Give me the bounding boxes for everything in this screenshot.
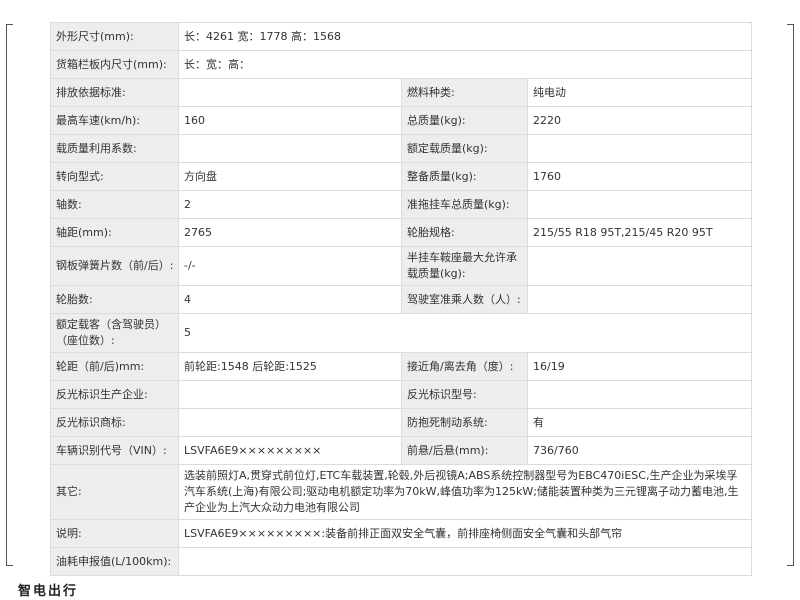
field-label: 反光标识型号: xyxy=(401,380,528,409)
field-label: 载质量利用系数: xyxy=(50,134,179,163)
field-value: 方向盘 xyxy=(178,162,402,191)
field-label: 防抱死制动系统: xyxy=(401,408,528,437)
spec-row: 车辆识别代号（VIN）: LSVFA6E9××××××××× 前悬/后悬(mm): 7… xyxy=(50,436,753,465)
field-label: 额定载质量(kg): xyxy=(401,134,528,163)
field-label: 货箱栏板内尺寸(mm): xyxy=(50,50,179,79)
field-value xyxy=(526,134,753,163)
field-value xyxy=(177,547,753,576)
spec-row: 最高车速(km/h): 160 总质量(kg): 2220 xyxy=(50,106,753,135)
field-value: 长：4261 宽：1778 高：1568 xyxy=(177,22,753,51)
spec-row: 反光标识商标: 防抱死制动系统: 有 xyxy=(50,408,753,437)
field-label: 排放依据标准: xyxy=(50,78,179,107)
spec-row: 反光标识生产企业: 反光标识型号: xyxy=(50,380,753,409)
field-label: 轴数: xyxy=(50,190,179,219)
spec-row: 油耗申报值(L/100km): xyxy=(50,547,753,576)
field-label: 轮胎规格: xyxy=(401,218,528,247)
field-label: 说明: xyxy=(50,519,179,548)
field-label: 半挂车鞍座最大允许承载质量(kg): xyxy=(401,246,528,286)
field-value: 2765 xyxy=(178,218,402,247)
field-label: 钢板弹簧片数（前/后）: xyxy=(50,246,179,286)
field-value: 2220 xyxy=(526,106,753,135)
field-label: 额定载客（含驾驶员）（座位数）: xyxy=(50,313,179,353)
field-value: 有 xyxy=(526,408,753,437)
field-value: 5 xyxy=(177,313,753,353)
field-label: 转向型式: xyxy=(50,162,179,191)
field-label: 总质量(kg): xyxy=(401,106,528,135)
field-label: 轮胎数: xyxy=(50,285,179,314)
field-value: 2 xyxy=(178,190,402,219)
spec-row: 其它: 选装前照灯A,贯穿式前位灯,ETC车载装置,轮毂,外后视镜A;ABS系统控… xyxy=(50,464,753,520)
field-value xyxy=(526,285,753,314)
field-value: 长：宽：高： xyxy=(177,50,753,79)
spec-row: 货箱栏板内尺寸(mm): 长：宽：高： xyxy=(50,50,753,79)
field-value xyxy=(178,380,402,409)
spec-row: 转向型式: 方向盘 整备质量(kg): 1760 xyxy=(50,162,753,191)
spec-row: 钢板弹簧片数（前/后）: -/- 半挂车鞍座最大允许承载质量(kg): xyxy=(50,246,753,286)
spec-row: 轮胎数: 4 驾驶室准乘人数（人）: xyxy=(50,285,753,314)
field-value: -/- xyxy=(178,246,402,286)
spec-row: 排放依据标准: 燃料种类: 纯电动 xyxy=(50,78,753,107)
field-value xyxy=(178,408,402,437)
spec-table: 外形尺寸(mm): 长：4261 宽：1778 高：1568 货箱栏板内尺寸(mm)… xyxy=(50,22,753,576)
field-label: 准拖挂车总质量(kg): xyxy=(401,190,528,219)
field-label: 驾驶室准乘人数（人）: xyxy=(401,285,528,314)
field-value: 16/19 xyxy=(526,352,753,381)
field-label: 整备质量(kg): xyxy=(401,162,528,191)
spec-row: 轮距（前/后)mm: 前轮距:1548 后轮距:1525 接近角/离去角（度）: 16… xyxy=(50,352,753,381)
field-label: 前悬/后悬(mm): xyxy=(401,436,528,465)
field-value xyxy=(178,78,402,107)
field-label: 反光标识生产企业: xyxy=(50,380,179,409)
field-value xyxy=(526,380,753,409)
left-bracket xyxy=(6,24,13,566)
spec-row: 额定载客（含驾驶员）（座位数）: 5 xyxy=(50,313,753,353)
spec-row: 说明: LSVFA6E9×××××××××:装备前排正面双安全气囊，前排座椅侧面安… xyxy=(50,519,753,548)
field-label: 其它: xyxy=(50,464,179,520)
field-label: 反光标识商标: xyxy=(50,408,179,437)
field-value: 选装前照灯A,贯穿式前位灯,ETC车载装置,轮毂,外后视镜A;ABS系统控制器型… xyxy=(177,464,753,520)
field-value xyxy=(178,134,402,163)
field-label: 油耗申报值(L/100km): xyxy=(50,547,179,576)
field-value: 215/55 R18 95T,215/45 R20 95T xyxy=(526,218,753,247)
field-label: 最高车速(km/h): xyxy=(50,106,179,135)
spec-row: 载质量利用系数: 额定载质量(kg): xyxy=(50,134,753,163)
field-label: 接近角/离去角（度）: xyxy=(401,352,528,381)
field-value: 纯电动 xyxy=(526,78,753,107)
field-value: 736/760 xyxy=(526,436,753,465)
field-value: 前轮距:1548 后轮距:1525 xyxy=(178,352,402,381)
field-value xyxy=(526,190,753,219)
field-value: 4 xyxy=(178,285,402,314)
right-bracket xyxy=(787,24,794,566)
field-value: LSVFA6E9×××××××××:装备前排正面双安全气囊，前排座椅侧面安全气囊… xyxy=(177,519,753,548)
field-value xyxy=(526,246,753,286)
field-label: 轮距（前/后)mm: xyxy=(50,352,179,381)
field-label: 外形尺寸(mm): xyxy=(50,22,179,51)
field-value: LSVFA6E9××××××××× xyxy=(178,436,402,465)
watermark: 智电出行 xyxy=(18,584,79,599)
field-label: 燃料种类: xyxy=(401,78,528,107)
field-value: 160 xyxy=(178,106,402,135)
spec-row: 外形尺寸(mm): 长：4261 宽：1778 高：1568 xyxy=(50,22,753,51)
field-value: 1760 xyxy=(526,162,753,191)
spec-row: 轴距(mm): 2765 轮胎规格: 215/55 R18 95T,215/45 R2… xyxy=(50,218,753,247)
field-label: 轴距(mm): xyxy=(50,218,179,247)
spec-row: 轴数: 2 准拖挂车总质量(kg): xyxy=(50,190,753,219)
field-label: 车辆识别代号（VIN）: xyxy=(50,436,179,465)
